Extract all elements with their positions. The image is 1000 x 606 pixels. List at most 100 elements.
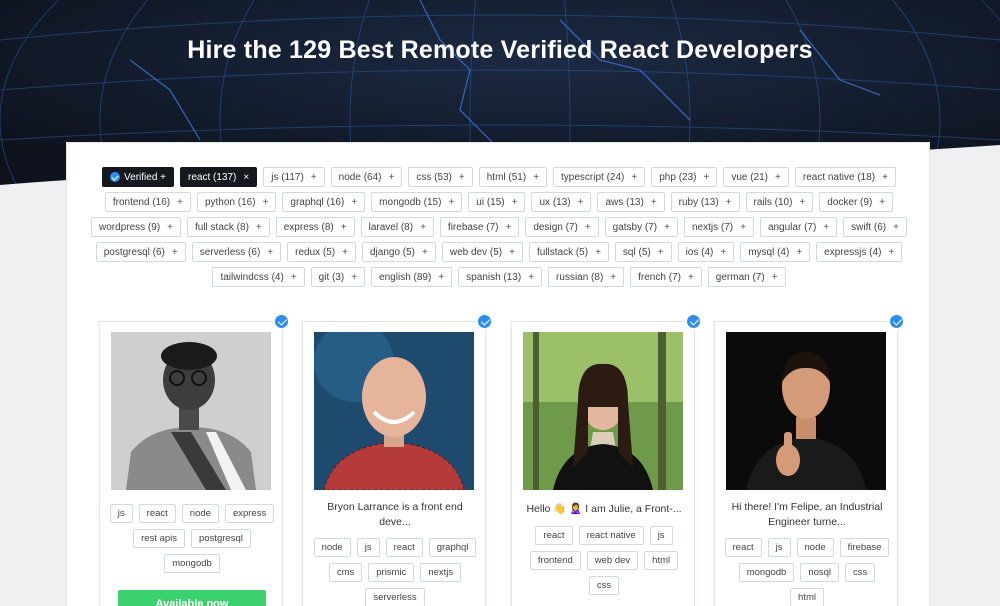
active-filter-react[interactable]: react (137) × <box>180 167 258 187</box>
card-tag[interactable]: postgresql <box>191 529 251 548</box>
available-now-button[interactable]: Available now <box>118 590 266 606</box>
add-filter-icon[interactable]: + <box>167 222 173 233</box>
filter-tag[interactable]: php (23) + <box>651 167 718 187</box>
card-tag[interactable]: node <box>181 504 219 523</box>
filter-tag[interactable]: js (117) + <box>263 167 325 187</box>
card-tag[interactable]: node <box>313 538 351 557</box>
filter-tag[interactable]: full stack (8) + <box>187 217 270 237</box>
filter-tag[interactable]: react native (18) + <box>794 167 896 187</box>
card-tag[interactable]: react <box>724 538 762 557</box>
filter-tag[interactable]: css (53) + <box>408 167 473 187</box>
add-filter-icon[interactable]: + <box>448 197 454 208</box>
add-filter-icon[interactable]: + <box>506 222 512 233</box>
add-filter-icon[interactable]: + <box>341 222 347 233</box>
add-filter-icon[interactable]: + <box>420 222 426 233</box>
add-filter-icon[interactable]: + <box>595 247 601 258</box>
add-filter-icon[interactable]: + <box>893 222 899 233</box>
card-tag[interactable]: frontend <box>529 551 581 570</box>
add-filter-icon[interactable]: + <box>585 222 591 233</box>
filter-tag[interactable]: rails (10) + <box>745 192 814 212</box>
add-filter-icon[interactable]: + <box>422 247 428 258</box>
card-tag[interactable]: rest apis <box>133 529 186 548</box>
filter-tag[interactable]: ios (4) + <box>677 242 735 262</box>
filter-tag[interactable]: serverless (6) + <box>191 242 282 262</box>
filter-tag[interactable]: design (7) + <box>525 217 599 237</box>
filter-tag[interactable]: sql (5) + <box>614 242 672 262</box>
filter-tag[interactable]: node (64) + <box>330 167 403 187</box>
filter-tag[interactable]: mysql (4) + <box>740 242 811 262</box>
card-tag[interactable]: css <box>588 576 620 595</box>
filter-tag[interactable]: typescript (24) + <box>553 167 646 187</box>
add-filter-icon[interactable]: + <box>658 247 664 258</box>
add-filter-icon[interactable]: + <box>823 222 829 233</box>
card-tag[interactable]: cms <box>328 563 363 582</box>
filter-tag[interactable]: expressjs (4) + <box>816 242 903 262</box>
filter-tag[interactable]: angular (7) + <box>759 217 838 237</box>
filter-tag[interactable]: wordpress (9) + <box>91 217 181 237</box>
add-filter-icon[interactable]: + <box>533 172 539 183</box>
developer-card[interactable]: Bryon Larrance is a front end deve... no… <box>302 313 493 606</box>
filter-tag[interactable]: french (7) + <box>630 267 702 287</box>
filter-tag[interactable]: fullstack (5) + <box>528 242 609 262</box>
add-filter-icon[interactable]: + <box>177 197 183 208</box>
card-tag[interactable]: prismic <box>368 563 415 582</box>
add-filter-icon[interactable]: + <box>688 272 694 283</box>
developer-card[interactable]: Hello 👋 🙎‍♀️ I am Julie, a Front-... rea… <box>511 313 702 606</box>
filter-tag[interactable]: aws (13) + <box>597 192 665 212</box>
remove-filter-icon[interactable]: × <box>243 172 249 183</box>
add-filter-icon[interactable]: + <box>311 172 317 183</box>
add-filter-icon[interactable]: + <box>631 172 637 183</box>
add-filter-icon[interactable]: + <box>291 272 297 283</box>
filter-tag[interactable]: docker (9) + <box>819 192 894 212</box>
add-filter-icon[interactable]: + <box>267 247 273 258</box>
developer-card[interactable]: Hi there! I'm Felipe, an Industrial Engi… <box>714 313 905 606</box>
add-filter-icon[interactable]: + <box>740 222 746 233</box>
developer-card[interactable]: js react node express rest apis postgres… <box>99 313 290 606</box>
add-filter-icon[interactable]: + <box>512 197 518 208</box>
add-filter-icon[interactable]: + <box>888 247 894 258</box>
filter-tag[interactable]: mongodb (15) + <box>371 192 463 212</box>
filter-tag[interactable]: web dev (5) + <box>441 242 523 262</box>
add-filter-icon[interactable]: + <box>796 247 802 258</box>
add-filter-icon[interactable]: + <box>799 197 805 208</box>
card-tag[interactable]: react <box>535 526 573 545</box>
card-tag[interactable]: nosql <box>800 563 840 582</box>
filter-tag[interactable]: english (89) + <box>371 267 453 287</box>
add-filter-icon[interactable]: + <box>879 197 885 208</box>
filter-tag[interactable]: python (16) + <box>196 192 277 212</box>
filter-tag[interactable]: postgresql (6) + <box>95 242 186 262</box>
filter-tag[interactable]: html (51) + <box>478 167 548 187</box>
add-filter-icon[interactable]: + <box>438 272 444 283</box>
card-tag[interactable]: web dev <box>586 551 639 570</box>
card-tag[interactable]: nextjs <box>420 563 462 582</box>
add-filter-icon[interactable]: + <box>342 247 348 258</box>
card-tag[interactable]: js <box>356 538 380 557</box>
filter-tag[interactable]: nextjs (7) + <box>683 217 754 237</box>
card-tag[interactable]: css <box>845 563 876 582</box>
add-filter-icon[interactable]: + <box>882 172 888 183</box>
add-filter-icon[interactable]: + <box>772 272 778 283</box>
card-tag[interactable]: js <box>649 526 673 545</box>
card-tag[interactable]: react native <box>578 526 644 545</box>
filter-tag[interactable]: express (8) + <box>275 217 355 237</box>
filter-tag[interactable]: ruby (13) + <box>670 192 740 212</box>
add-filter-icon[interactable]: + <box>775 172 781 183</box>
add-filter-icon[interactable]: + <box>263 197 269 208</box>
filter-tag[interactable]: ux (13) + <box>531 192 592 212</box>
add-filter-icon[interactable]: + <box>703 172 709 183</box>
filter-tag[interactable]: ui (15) + <box>468 192 526 212</box>
add-filter-icon[interactable]: + <box>726 197 732 208</box>
add-filter-icon[interactable]: + <box>509 247 515 258</box>
filter-tag[interactable]: gatsby (7) + <box>604 217 678 237</box>
verified-filter[interactable]: Verified + <box>102 167 175 187</box>
card-tag[interactable]: js <box>109 504 133 523</box>
filter-tag[interactable]: frontend (16) + <box>104 192 191 212</box>
add-filter-icon[interactable]: + <box>664 222 670 233</box>
card-tag[interactable]: firebase <box>839 538 890 557</box>
card-tag[interactable]: mongodb <box>164 554 220 573</box>
add-filter-icon[interactable]: + <box>720 247 726 258</box>
add-filter-icon[interactable]: + <box>351 197 357 208</box>
filter-tag[interactable]: git (3) + <box>310 267 366 287</box>
add-filter-icon[interactable]: + <box>610 272 616 283</box>
card-tag[interactable]: mongodb <box>738 563 795 582</box>
